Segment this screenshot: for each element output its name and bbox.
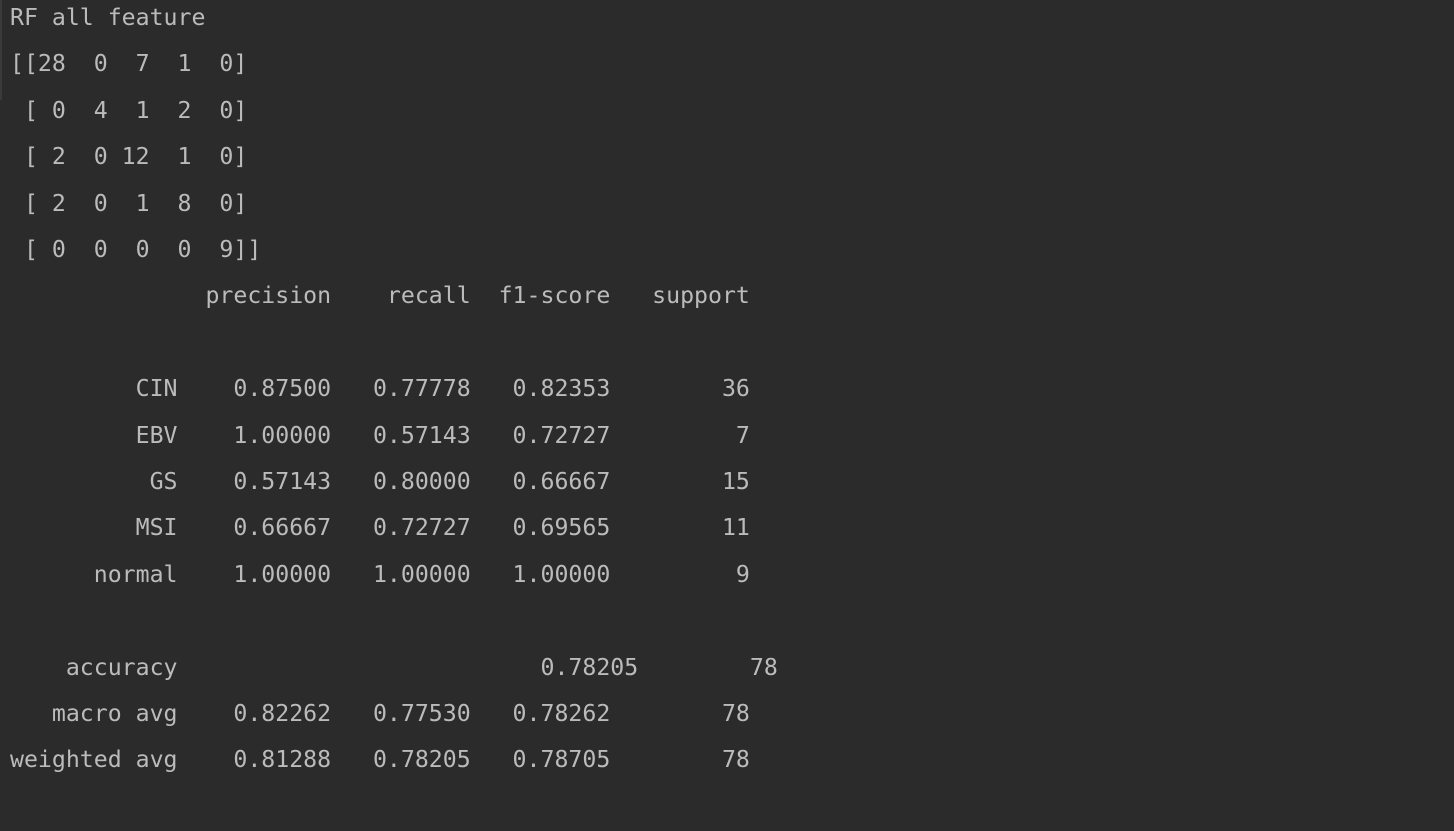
summary-row: accuracy 0.78205 78 — [10, 653, 778, 681]
report-row: MSI 0.66667 0.72727 0.69565 11 — [10, 514, 750, 542]
confusion-matrix-row: [ 2 0 1 8 0] — [10, 189, 248, 217]
confusion-matrix-row: [ 0 0 0 0 9]] — [10, 236, 262, 263]
report-row: CIN 0.87500 0.77778 0.82353 36 — [10, 375, 750, 403]
summary-row: weighted avg 0.81288 0.78205 0.78705 78 — [10, 746, 750, 774]
output-title-line: RF all feature — [10, 4, 206, 31]
console-output[interactable]: RF all feature [[28 0 7 1 0] [ 0 4 1 2 0… — [0, 0, 1454, 831]
confusion-matrix-row: [[28 0 7 1 0] — [10, 50, 248, 78]
confusion-matrix-row: [ 2 0 12 1 0] — [10, 143, 248, 171]
report-row: GS 0.57143 0.80000 0.66667 15 — [10, 468, 750, 495]
report-row: normal 1.00000 1.00000 1.00000 9 — [10, 560, 750, 588]
summary-row: macro avg 0.82262 0.77530 0.78262 78 — [10, 700, 750, 727]
report-row: EBV 1.00000 0.57143 0.72727 7 — [10, 421, 750, 449]
report-header-line: precision recall f1-score support — [10, 282, 750, 310]
console-gutter — [0, 0, 2, 100]
confusion-matrix-row: [ 0 4 1 2 0] — [10, 96, 248, 124]
